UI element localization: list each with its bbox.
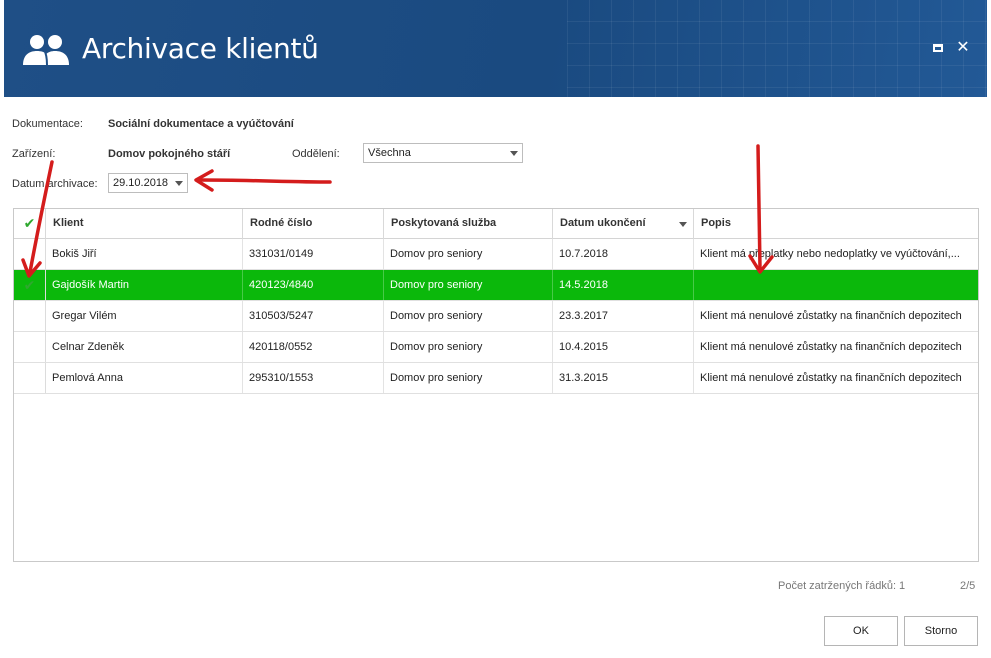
sort-descending-icon — [679, 222, 687, 227]
column-header-datum-ukonceni-label: Datum ukončení — [560, 217, 646, 229]
row-checkbox[interactable] — [14, 301, 46, 331]
cell-popis: Klient má nenulové zůstatky na finančníc… — [700, 372, 962, 384]
users-icon — [23, 35, 69, 66]
select-all-checkbox[interactable]: ✔ — [14, 209, 46, 239]
cell-rodne-cislo: 420123/4840 — [243, 270, 384, 300]
checked-rows-count: Počet zatržených řádků: 1 — [778, 580, 906, 592]
cell-sluzba: Domov pro seniory — [384, 239, 553, 269]
zarizeni-label: Zařízení: — [12, 148, 56, 160]
cell-sluzba: Domov pro seniory — [384, 363, 553, 393]
column-header-datum-ukonceni[interactable]: Datum ukončení — [553, 209, 694, 239]
close-button[interactable]: ✕ — [955, 40, 971, 56]
oddeleni-select-value: Všechna — [368, 147, 411, 159]
cell-datum-ukonceni: 10.4.2015 — [553, 332, 694, 362]
check-icon: ✔ — [23, 277, 36, 293]
clients-grid: ✔ Klient Rodné číslo Poskytovaná služba … — [13, 208, 979, 562]
grid-header: ✔ Klient Rodné číslo Poskytovaná služba … — [14, 209, 978, 239]
row-checkbox[interactable] — [14, 363, 46, 393]
cell-klient: Celnar Zdeněk — [46, 332, 243, 362]
cell-popis: Klient má nenulové zůstatky na finančníc… — [700, 341, 962, 353]
cell-sluzba: Domov pro seniory — [384, 332, 553, 362]
cell-datum-ukonceni: 31.3.2015 — [553, 363, 694, 393]
datum-archivace-value: 29.10.2018 — [113, 177, 169, 189]
table-row[interactable]: Pemlová Anna 295310/1553 Domov pro seniory… — [14, 363, 978, 394]
column-header-rodne-cislo[interactable]: Rodné číslo — [243, 209, 384, 239]
arrow-to-date-head — [194, 169, 214, 192]
cell-popis: Klient má přeplatky nebo nedoplatky ve v… — [700, 248, 960, 260]
column-header-klient[interactable]: Klient — [46, 209, 243, 239]
close-icon: ✕ — [956, 39, 970, 56]
cell-datum-ukonceni: 14.5.2018 — [553, 270, 694, 300]
cell-klient: Gregar Vilém — [46, 301, 243, 331]
check-icon: ✔ — [23, 215, 36, 231]
chevron-down-icon — [175, 181, 183, 186]
maximize-icon — [933, 44, 943, 52]
cell-popis — [694, 270, 978, 300]
cell-popis: Klient má nenulové zůstatky na finančníc… — [700, 310, 962, 322]
cell-datum-ukonceni: 23.3.2017 — [553, 301, 694, 331]
window-title: Archivace klientů — [82, 32, 319, 65]
oddeleni-select[interactable]: Všechna — [363, 143, 523, 163]
row-checkbox[interactable] — [14, 332, 46, 362]
dokumentace-label: Dokumentace: — [12, 118, 83, 130]
datum-archivace-label: Datum archivace: — [12, 178, 98, 190]
row-checkbox[interactable]: ✔ — [14, 270, 46, 300]
cell-rodne-cislo: 295310/1553 — [243, 363, 384, 393]
oddeleni-label: Oddělení: — [292, 148, 340, 160]
zarizeni-value: Domov pokojného stáří — [108, 148, 231, 160]
row-checkbox[interactable] — [14, 239, 46, 269]
column-header-sluzba[interactable]: Poskytovaná služba — [384, 209, 553, 239]
dokumentace-value: Sociální dokumentace a vyúčtování — [108, 118, 294, 130]
maximize-button[interactable] — [930, 40, 946, 56]
arrow-to-date — [198, 178, 332, 184]
chevron-down-icon — [510, 151, 518, 156]
cell-klient: Pemlová Anna — [46, 363, 243, 393]
cell-rodne-cislo: 331031/0149 — [243, 239, 384, 269]
table-row[interactable]: Gregar Vilém 310503/5247 Domov pro seniory… — [14, 301, 978, 332]
cell-klient: Bokiš Jiří — [46, 239, 243, 269]
title-bar-pattern — [567, 0, 987, 97]
cell-datum-ukonceni: 10.7.2018 — [553, 239, 694, 269]
cell-rodne-cislo: 420118/0552 — [243, 332, 384, 362]
table-row[interactable]: Bokiš Jiří 331031/0149 Domov pro seniory 10… — [14, 239, 978, 270]
cell-rodne-cislo: 310503/5247 — [243, 301, 384, 331]
cell-sluzba: Domov pro seniory — [384, 301, 553, 331]
cell-klient: Gajdošík Martin — [46, 270, 243, 300]
table-row[interactable]: Celnar Zdeněk 420118/0552 Domov pro senior… — [14, 332, 978, 363]
cell-sluzba: Domov pro seniory — [384, 270, 553, 300]
storno-button[interactable]: Storno — [904, 616, 978, 646]
column-header-popis[interactable]: Popis — [694, 209, 978, 239]
datum-archivace-picker[interactable]: 29.10.2018 — [108, 173, 188, 193]
ok-button[interactable]: OK — [824, 616, 898, 646]
table-row[interactable]: ✔ Gajdošík Martin 420123/4840 Domov pro sen… — [14, 270, 978, 301]
title-bar: Archivace klientů ✕ — [4, 0, 987, 97]
pager-status: 2/5 — [960, 580, 976, 592]
